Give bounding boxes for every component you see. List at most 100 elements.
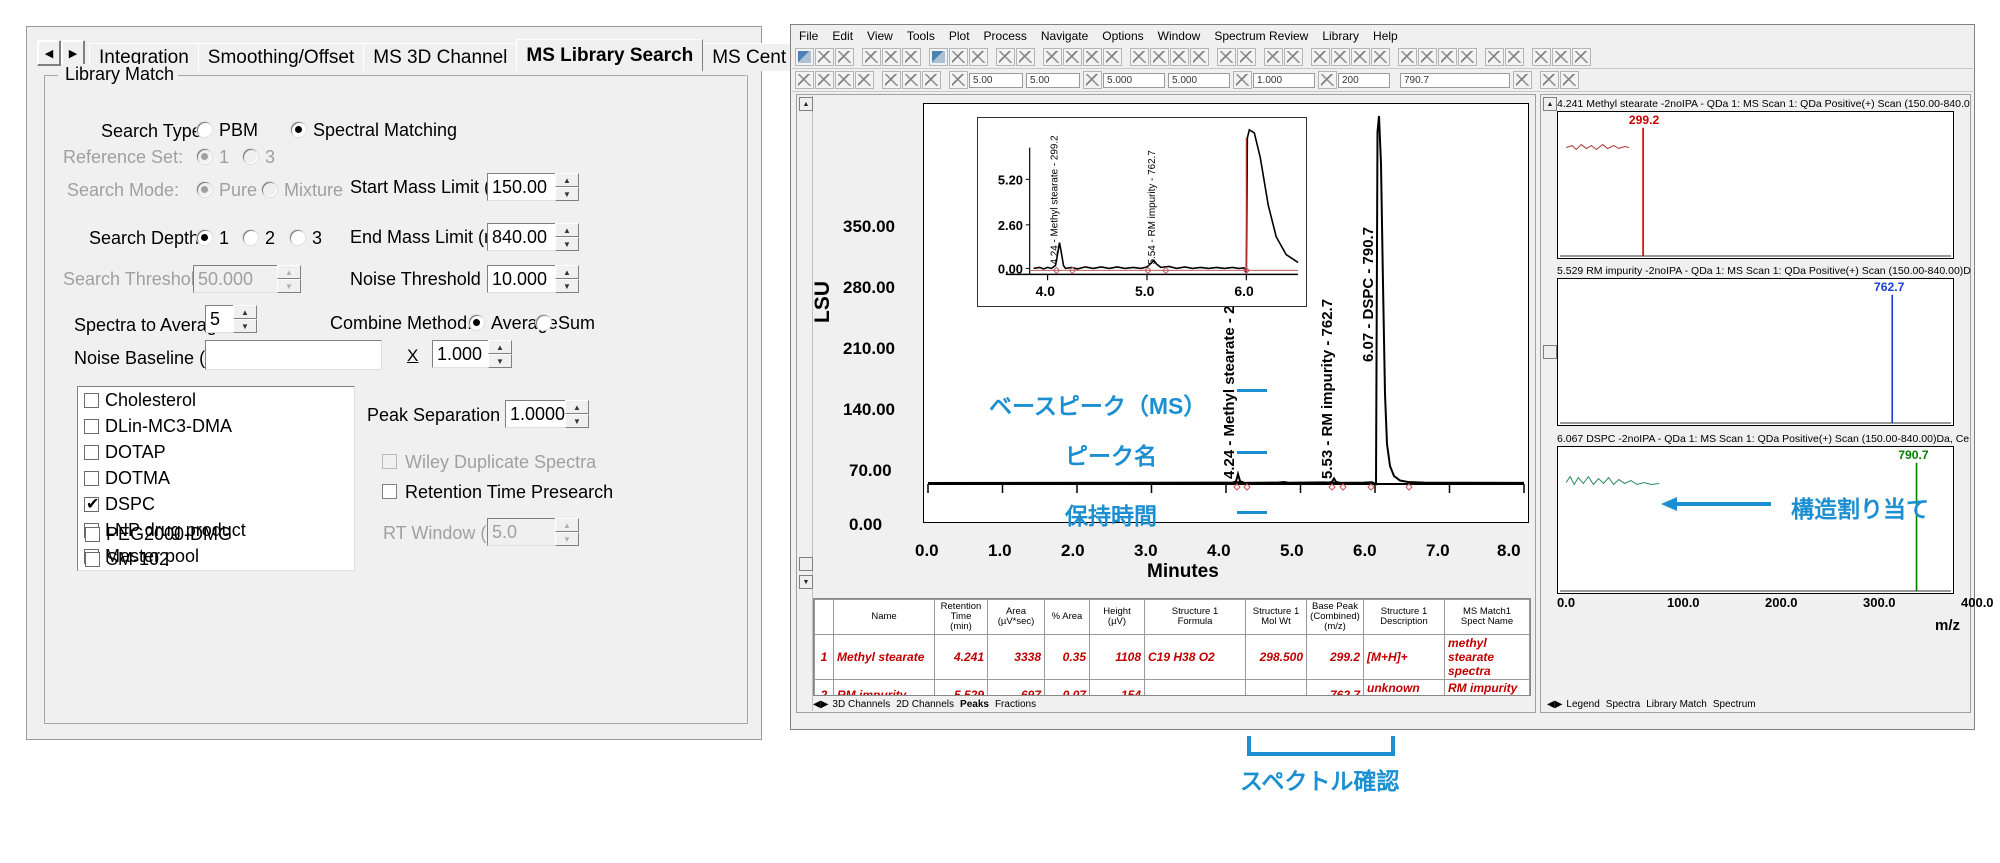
list-item[interactable]: DLin-MC3-DMA: [78, 413, 354, 439]
radio-search-depth-2[interactable]: [243, 230, 258, 245]
toolbar-field-1[interactable]: 5.00: [969, 72, 1023, 88]
radio-search-depth-1[interactable]: [197, 230, 212, 245]
menu-help[interactable]: Help: [1366, 29, 1405, 43]
toolbar-icon-8-2[interactable]: [1284, 48, 1303, 66]
menu-navigate[interactable]: Navigate: [1034, 29, 1095, 43]
menu-spectrum-review[interactable]: Spectrum Review: [1207, 29, 1315, 43]
toolbar-field-2[interactable]: 5.00: [1026, 72, 1080, 88]
spectrum-3d-icon[interactable]: [855, 71, 874, 89]
stepper-down-icon[interactable]: ▼: [555, 532, 579, 546]
stepper-up-icon[interactable]: ▲: [233, 305, 257, 319]
stepper-down-icon[interactable]: ▼: [565, 414, 589, 428]
spectra-to-average-stepper[interactable]: ▲ ▼: [233, 305, 257, 333]
menu-process[interactable]: Process: [977, 29, 1034, 43]
scroll-down-icon[interactable]: ▼: [799, 575, 813, 589]
end-mass-limit-stepper[interactable]: ▲ ▼: [555, 223, 579, 251]
mass-range-icon[interactable]: [1233, 71, 1252, 89]
radio-reference-set-1[interactable]: [197, 149, 212, 164]
toolbar-icon-12-2[interactable]: [1552, 48, 1571, 66]
toolbar-icon-5-2[interactable]: [1063, 48, 1082, 66]
toolbar-icon-6-4[interactable]: [1190, 48, 1209, 66]
spectrum-plot-methyl-stearate[interactable]: 299.2: [1557, 111, 1954, 259]
toolbar-icon-3-1[interactable]: [929, 48, 948, 66]
list-item[interactable]: Cholesterol: [78, 387, 354, 413]
checkbox[interactable]: [85, 526, 100, 542]
spectrum-plot-rm-impurity[interactable]: 762.7: [1557, 278, 1954, 426]
toolbar-icon-2-2[interactable]: [882, 48, 901, 66]
checkbox-wiley-duplicate[interactable]: [382, 454, 397, 469]
spectrum-contour-icon[interactable]: [795, 71, 814, 89]
list-item[interactable]: PEG2000-DMG: [79, 521, 232, 547]
toolbar-icon-1-2[interactable]: [815, 48, 834, 66]
toolbar-icon-8-1[interactable]: [1264, 48, 1283, 66]
chromatogram-vertical-scrollbar[interactable]: ▲ ▼: [798, 96, 813, 711]
peaks-data-table[interactable]: Name Retention Time (min) Area (µV*sec) % A…: [813, 598, 1531, 696]
stepper-down-icon[interactable]: ▼: [555, 237, 579, 251]
multiplier-stepper[interactable]: ▲ ▼: [488, 340, 512, 368]
zoom-in-icon[interactable]: [1540, 71, 1559, 89]
spectra-tab-library-match[interactable]: Library Match: [1646, 699, 1707, 710]
stepper-up-icon[interactable]: ▲: [565, 400, 589, 414]
menu-view[interactable]: View: [860, 29, 900, 43]
tab-smoothing-offset[interactable]: Smoothing/Offset: [197, 43, 365, 71]
toolbar-icon-10-4[interactable]: [1458, 48, 1477, 66]
stepper-down-icon[interactable]: ▼: [488, 354, 512, 368]
noise-threshold-stepper[interactable]: ▲ ▼: [555, 265, 579, 293]
toolbar-icon-6-1[interactable]: [1130, 48, 1149, 66]
spectra-scroll-thumb[interactable]: [1543, 345, 1557, 359]
radio-reference-set-3[interactable]: [243, 149, 258, 164]
noise-baseline-input[interactable]: [205, 340, 382, 370]
tab-scroll-left-icon[interactable]: ◀: [37, 40, 61, 66]
menu-plot[interactable]: Plot: [942, 29, 977, 43]
list-item[interactable]: DOTAP: [78, 439, 354, 465]
spectrum-overlay-icon[interactable]: [835, 71, 854, 89]
zoom-out-icon[interactable]: [1560, 71, 1579, 89]
start-mass-limit-stepper[interactable]: ▲ ▼: [555, 173, 579, 201]
toolbar-field-3[interactable]: 5.000: [1103, 72, 1165, 88]
radio-sum[interactable]: [536, 315, 551, 330]
derive-icon[interactable]: [922, 71, 941, 89]
toolbar-icon-12-3[interactable]: [1572, 48, 1591, 66]
toolbar-icon-5-4[interactable]: [1103, 48, 1122, 66]
toolbar-icon-5-3[interactable]: [1083, 48, 1102, 66]
toolbar-icon-5-1[interactable]: [1043, 48, 1062, 66]
peak-purity-icon[interactable]: [882, 71, 901, 89]
start-mass-limit-input[interactable]: 150.00: [487, 173, 565, 201]
stepper-up-icon[interactable]: ▲: [555, 265, 579, 279]
sheet-tab-3d-channels[interactable]: 3D Channels: [832, 699, 890, 710]
multiplier-input[interactable]: 1.000: [432, 340, 492, 368]
toolbar-icon-1-3[interactable]: [835, 48, 854, 66]
sheet-nav-first-icon[interactable]: ◀: [813, 699, 821, 710]
toolbar-field-4[interactable]: 5.000: [1168, 72, 1230, 88]
search-threshold-input[interactable]: 50.000: [193, 265, 287, 293]
toolbar-icon-10-1[interactable]: [1398, 48, 1417, 66]
menu-library[interactable]: Library: [1315, 29, 1366, 43]
tab-ms-library-search[interactable]: MS Library Search: [516, 39, 704, 71]
dropdown-arrow-icon[interactable]: [1513, 71, 1532, 89]
toolbar-icon-3-3[interactable]: [969, 48, 988, 66]
menu-tools[interactable]: Tools: [900, 29, 942, 43]
spectra-tab-spectrum[interactable]: Spectrum: [1713, 699, 1756, 710]
toolbar-icon-2-1[interactable]: [862, 48, 881, 66]
table-row[interactable]: 1 Methyl stearate 4.241 3338 0.35 1108 C…: [814, 634, 1530, 680]
menu-file[interactable]: File: [792, 29, 825, 43]
checkbox[interactable]: [84, 444, 99, 460]
toolbar-icon-1-1[interactable]: [795, 48, 814, 66]
toolbar-mz-field[interactable]: 790.7: [1400, 72, 1510, 88]
stepper-down-icon[interactable]: ▼: [555, 187, 579, 201]
scroll-thumb[interactable]: [799, 557, 813, 571]
range-icon[interactable]: [1083, 71, 1102, 89]
checkbox[interactable]: [84, 392, 99, 408]
checkbox[interactable]: [84, 418, 99, 434]
spectra-scroll-up-icon[interactable]: ▲: [1543, 97, 1557, 111]
menu-window[interactable]: Window: [1151, 29, 1208, 43]
checkbox[interactable]: [84, 470, 99, 486]
table-row[interactable]: 2 RM impurity 5.529 697 0.07 154 762.7 u…: [814, 679, 1530, 695]
toolbar-icon-4-1[interactable]: [996, 48, 1015, 66]
extract-icon[interactable]: [949, 71, 968, 89]
radio-mixture[interactable]: [262, 182, 277, 197]
tab-ms-3d-channel[interactable]: MS 3D Channel: [363, 43, 518, 71]
sheet-tab-2d-channels[interactable]: 2D Channels: [896, 699, 954, 710]
stepper-up-icon[interactable]: ▲: [277, 265, 301, 279]
rt-window-stepper[interactable]: ▲ ▼: [555, 518, 579, 546]
